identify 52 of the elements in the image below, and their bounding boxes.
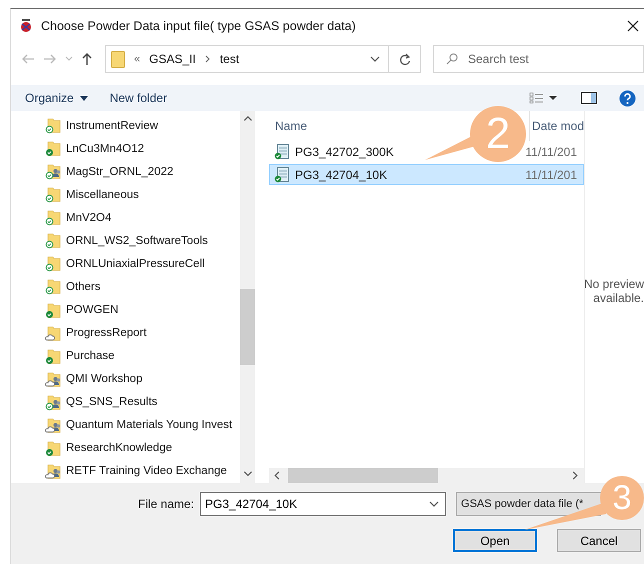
column-header[interactable]: Date mod: [529, 111, 584, 141]
refresh-icon: [398, 52, 410, 66]
search-field[interactable]: Search test: [468, 48, 643, 70]
sidebar-item[interactable]: ORNLUniaxialPressureCell: [45, 252, 240, 276]
pane-icon: [581, 92, 597, 104]
app-icon: [19, 18, 33, 32]
sidebar-item[interactable]: ORNL_WS2_SoftwareTools: [45, 229, 240, 252]
help-icon: [619, 90, 636, 106]
sidebar-item[interactable]: POWGEN: [45, 298, 240, 322]
file-name-box[interactable]: PG3_42704_10K: [200, 492, 446, 516]
search-icon: [446, 53, 458, 65]
file-icon: [274, 166, 290, 183]
search-box[interactable]: Search test: [433, 45, 644, 73]
caret-icon: [80, 96, 88, 100]
dropdown-icon[interactable]: [429, 501, 440, 507]
column-header[interactable]: Name: [275, 119, 308, 133]
file-name-field[interactable]: PG3_42704_10K: [201, 494, 430, 514]
sidebar-item[interactable]: MnV2O4: [45, 206, 240, 230]
file-row[interactable]: PG3_42704_10K 11/11/201: [269, 164, 584, 185]
window-title: Choose Powder Data input file( type GSAS powder data): [41, 18, 357, 32]
sidebar-item[interactable]: ProgressReport: [45, 322, 240, 345]
sidebar-item[interactable]: QMI Workshop: [45, 368, 240, 391]
sidebar-item[interactable]: RETF Training Video Exchange: [45, 460, 240, 483]
sidebar-item[interactable]: ResearchKnowledge: [45, 436, 240, 460]
up-button[interactable]: [81, 52, 93, 66]
overflow-chevron[interactable]: «: [134, 53, 140, 65]
scrollbar-thumb[interactable]: [240, 289, 255, 365]
preview-message: available.: [593, 291, 644, 305]
file-name-label: File name:: [138, 497, 194, 511]
scrollbar-thumb[interactable]: [288, 468, 438, 483]
new-folder-button[interactable]: New folder: [102, 88, 176, 108]
sidebar-item[interactable]: Others: [45, 275, 240, 298]
dropdown-icon[interactable]: [370, 56, 380, 62]
sidebar-item[interactable]: MagStr_ORNL_2022: [45, 160, 240, 184]
sidebar-item[interactable]: Purchase: [45, 344, 240, 368]
organize-menu[interactable]: Organize: [17, 88, 96, 108]
folder-icon: [111, 50, 125, 68]
preview-message: No preview: [585, 277, 644, 291]
dialog-button[interactable]: Open: [453, 529, 537, 552]
step-marker: 2: [470, 106, 526, 162]
file-type-dropdown[interactable]: GSAS powder data file (*: [456, 492, 602, 516]
dialog-button[interactable]: Cancel: [557, 529, 641, 552]
file-icon: [274, 143, 290, 160]
sidebar-item[interactable]: QS_SNS_Results: [45, 390, 240, 414]
sidebar-item[interactable]: Miscellaneous: [45, 183, 240, 206]
chevron-icon: [204, 55, 211, 63]
sidebar-item[interactable]: InstrumentReview: [45, 114, 240, 138]
breadcrumb[interactable]: test: [220, 52, 240, 66]
list-view-icon: [529, 92, 559, 104]
sidebar-item[interactable]: LnCu3Mn4O12: [45, 137, 240, 160]
breadcrumb[interactable]: GSAS_II: [149, 52, 196, 66]
sidebar-item[interactable]: Quantum Materials Young Invest: [45, 414, 240, 437]
